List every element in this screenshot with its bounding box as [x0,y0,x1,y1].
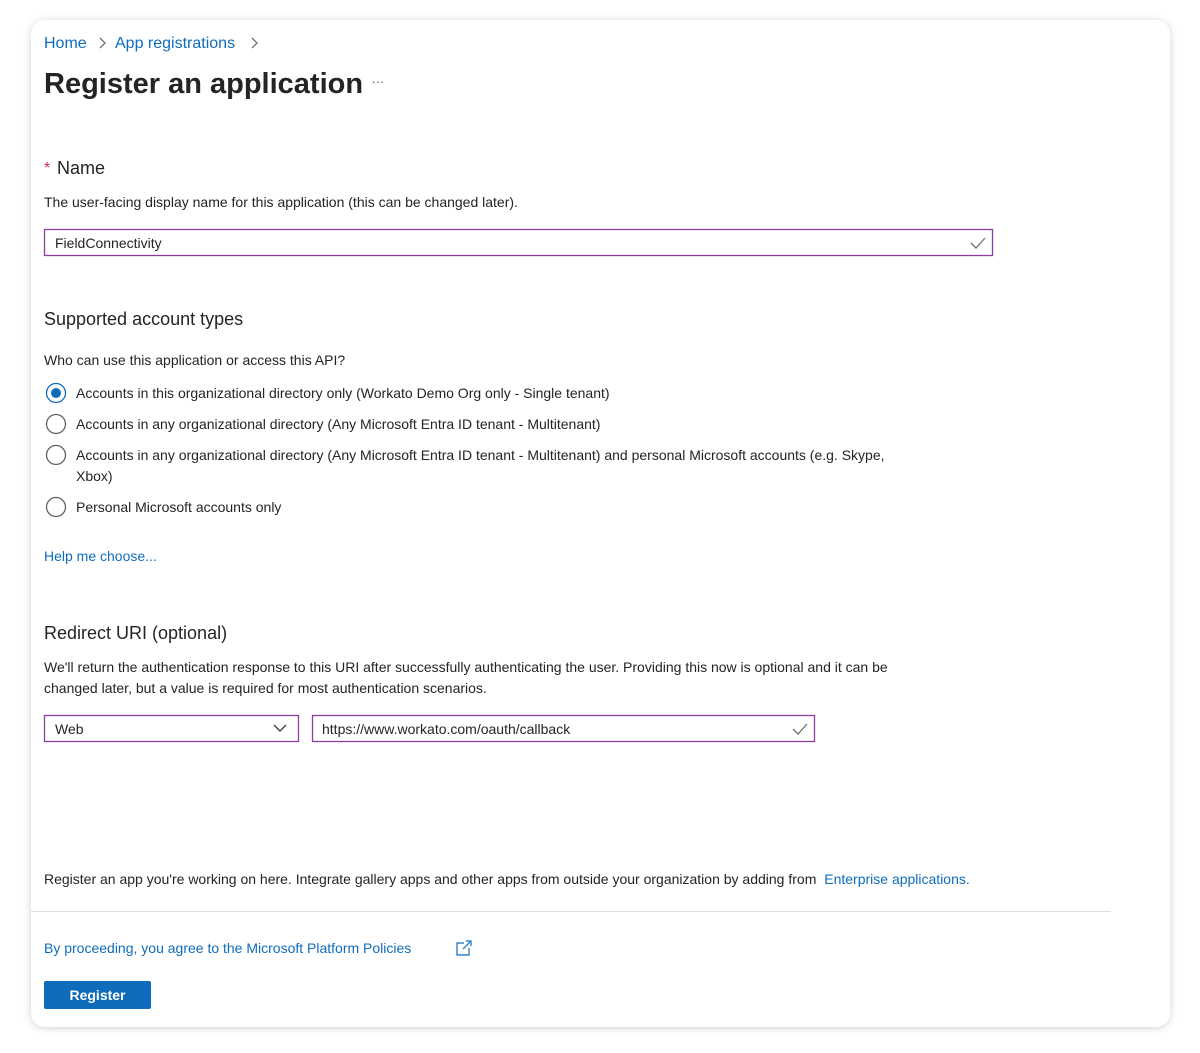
name-input-box[interactable] [43,228,994,257]
enterprise-applications-link[interactable]: Enterprise applications. [824,871,970,887]
help-me-choose-link[interactable]: Help me choose... [44,548,157,564]
account-types-heading: Supported account types [44,309,243,329]
radio-dot [51,388,61,398]
redirect-uri-description-continued: changed later, but a value is required f… [44,680,487,696]
account-type-option-label: Accounts in any organizational directory… [76,416,600,432]
radio-button[interactable] [45,444,67,466]
name-description: The user-facing display name for this ap… [44,194,518,210]
register-button[interactable]: Register [44,981,151,1009]
breadcrumb-home-link[interactable]: Home [44,35,87,52]
account-type-option-label: Personal Microsoft accounts only [76,499,281,515]
footer-note-text: Register an app you're working on here. … [44,871,816,887]
more-options-button[interactable]: ··· [372,74,385,89]
footer-note: Register an app you're working on here. … [44,871,970,887]
breadcrumb-app-registrations-link[interactable]: App registrations [115,35,235,52]
name-label: Name [57,158,105,178]
account-type-option[interactable]: Personal Microsoft accounts only [45,496,282,518]
account-type-option-label: Accounts in this organizational director… [76,385,610,401]
account-type-option-label-continued: Xbox) [76,468,113,484]
account-type-option-label: Accounts in any organizational directory… [76,447,885,463]
account-type-option[interactable]: Accounts in any organizational directory… [45,413,601,435]
redirect-uri-input[interactable]: https://www.workato.com/oauth/callback [311,714,816,743]
redirect-uri-heading: Redirect URI (optional) [44,623,227,643]
redirect-uri-input-value: https://www.workato.com/oauth/callback [322,721,571,737]
platform-select[interactable]: Web [43,714,300,743]
policy-link-group[interactable]: By proceeding, you agree to the Microsof… [44,940,472,956]
page-title: Register an application [44,68,363,100]
name-input[interactable]: FieldConnectivity [43,228,994,257]
register-app-page: Home App registrations Register an appli… [31,20,1170,1027]
platform-policies-link[interactable]: By proceeding, you agree to the Microsof… [44,940,411,956]
account-types-question: Who can use this application or access t… [44,352,345,368]
breadcrumb: Home App registrations [44,35,258,52]
account-type-option[interactable]: Accounts in this organizational director… [45,382,610,404]
register-button-label: Register [69,987,126,1003]
platform-select-value: Web [55,721,84,737]
redirect-uri-description: We'll return the authentication response… [44,659,888,675]
name-input-value: FieldConnectivity [55,235,162,251]
radio-button[interactable] [45,413,67,435]
required-marker: * [44,160,50,177]
radio-button[interactable] [45,496,67,518]
